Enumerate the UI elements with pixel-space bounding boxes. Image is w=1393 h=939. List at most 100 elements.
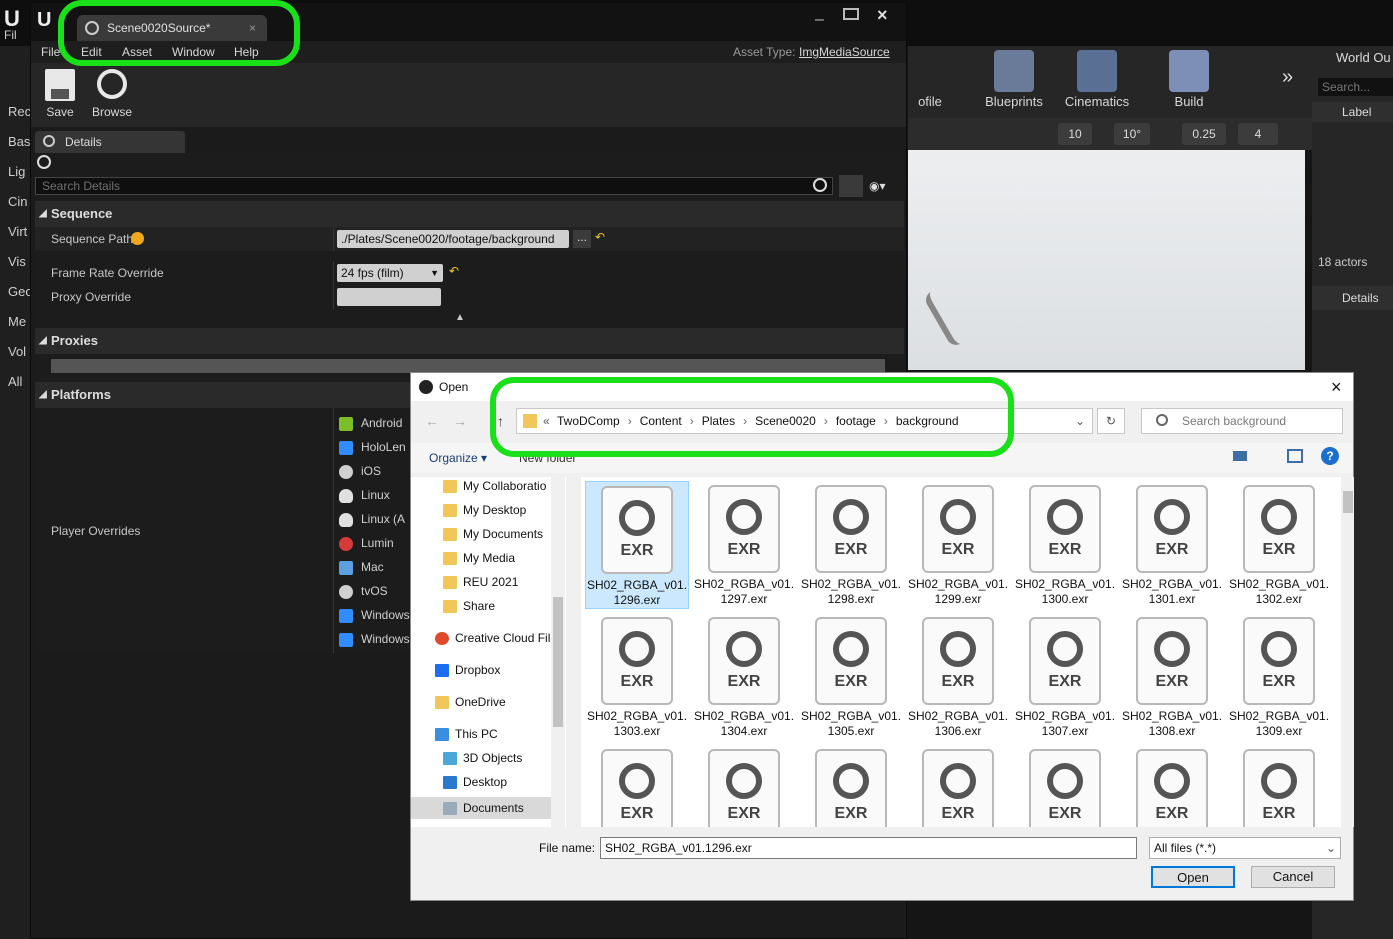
browse-button[interactable]: Browse — [87, 67, 137, 119]
mode-tab[interactable]: Bas — [8, 134, 30, 149]
details-tab[interactable]: Details — [35, 131, 185, 153]
chevron-down-icon[interactable]: ⌄ — [1075, 409, 1085, 433]
platform-lumin[interactable]: Lumin — [339, 536, 394, 551]
file-item[interactable]: EXR — [1120, 745, 1224, 827]
nav-documents[interactable]: Documents — [411, 797, 551, 819]
platform-mac[interactable]: Mac — [339, 560, 384, 575]
platform-ios[interactable]: iOS — [339, 464, 381, 479]
file-item[interactable]: EXR SH02_RGBA_v01. 1305.exr — [799, 613, 903, 741]
mode-tab[interactable]: All — [8, 374, 30, 389]
nav-my-collaboration[interactable]: My Collaboratio — [443, 479, 567, 494]
menu-file[interactable]: File — [41, 45, 60, 59]
nav-3d-objects[interactable]: 3D Objects — [443, 751, 567, 766]
nav-my-documents[interactable]: My Documents — [443, 527, 567, 542]
asset-type-link[interactable]: ImgMediaSource — [799, 45, 890, 59]
proxy-override-field[interactable] — [337, 288, 441, 306]
nav-creative-cloud[interactable]: Creative Cloud Fil — [435, 631, 559, 646]
preview-pane-icon[interactable] — [1287, 449, 1303, 463]
file-item[interactable]: EXR — [692, 745, 796, 827]
file-item[interactable]: EXR SH02_RGBA_v01. 1301.exr — [1120, 481, 1224, 609]
more-chevron-icon[interactable]: » — [1282, 66, 1293, 89]
platform-android[interactable]: Android — [339, 416, 402, 431]
file-item[interactable]: EXR SH02_RGBA_v01. 1309.exr — [1227, 613, 1331, 741]
forward-arrow-icon[interactable]: → — [453, 413, 467, 429]
sequence-path-field[interactable]: ./Plates/Scene0020/footage/background — [337, 230, 569, 248]
nav-desktop[interactable]: Desktop — [443, 775, 567, 790]
search-input[interactable]: Search background — [1141, 408, 1343, 434]
view-icon[interactable] — [1233, 451, 1247, 461]
file-item[interactable]: EXR — [585, 745, 689, 827]
mode-tab[interactable]: Virt — [8, 224, 30, 239]
mode-tab[interactable]: Vol — [8, 344, 30, 359]
mode-tab[interactable]: Lig — [8, 164, 30, 179]
search-details-input[interactable]: Search Details — [35, 177, 833, 195]
nav-dropbox[interactable]: Dropbox — [435, 663, 559, 678]
section-proxies[interactable]: ◢ Proxies — [35, 328, 904, 354]
proxies-array[interactable] — [51, 359, 885, 373]
outliner-label-column[interactable]: Label — [1312, 102, 1393, 122]
nav-reu-2021[interactable]: REU 2021 — [443, 575, 567, 590]
platform-windows-2[interactable]: Windows — [339, 632, 410, 647]
help-icon[interactable]: ? — [1321, 447, 1339, 465]
platform-hololens[interactable]: HoloLen — [339, 440, 406, 455]
build-button[interactable]: Build — [1149, 50, 1229, 109]
platform-linux-arm[interactable]: Linux (A — [339, 512, 405, 527]
open-button[interactable]: Open — [1151, 866, 1235, 888]
file-type-select[interactable]: All files (*.*) ⌄ — [1149, 837, 1341, 859]
file-item[interactable]: EXR — [906, 745, 1010, 827]
back-arrow-icon[interactable]: ← — [425, 413, 439, 429]
advanced-expand-icon[interactable]: ▲ — [455, 312, 465, 323]
file-menu-bg[interactable]: Fil — [4, 28, 17, 42]
path-browse-button[interactable]: ... — [573, 230, 591, 248]
eye-icon[interactable]: ◉▾ — [869, 179, 886, 193]
scale-snap-value[interactable]: 0.25 — [1182, 123, 1226, 145]
platform-linux[interactable]: Linux — [339, 488, 390, 503]
section-sequence[interactable]: ◢ Sequence — [35, 201, 904, 227]
outliner-search[interactable]: Search... — [1318, 78, 1393, 96]
details-tab-bg[interactable]: Details — [1312, 286, 1393, 310]
close-icon[interactable]: × — [877, 5, 888, 26]
mode-tab[interactable]: Rec — [8, 104, 30, 119]
file-item[interactable]: EXR SH02_RGBA_v01. 1298.exr — [799, 481, 903, 609]
organize-button[interactable]: Organize ▾ — [429, 451, 487, 465]
frame-rate-select[interactable]: 24 fps (film) ▼ — [337, 264, 443, 282]
nav-onedrive[interactable]: OneDrive — [435, 695, 559, 710]
reset-to-default-icon[interactable]: ↶ — [595, 230, 605, 244]
blueprints-button[interactable]: Blueprints — [974, 50, 1054, 109]
file-item[interactable]: EXR SH02_RGBA_v01. 1307.exr — [1013, 613, 1117, 741]
nav-my-desktop[interactable]: My Desktop — [443, 503, 567, 518]
file-item[interactable]: EXR — [1227, 745, 1331, 827]
camera-speed-value[interactable]: 4 — [1238, 123, 1278, 145]
file-item[interactable]: EXR SH02_RGBA_v01. 1304.exr — [692, 613, 796, 741]
refresh-icon[interactable]: ↻ — [1097, 408, 1125, 434]
mode-tab[interactable]: Cin — [8, 194, 30, 209]
rotation-snap-value[interactable]: 10° — [1114, 123, 1150, 145]
close-icon[interactable]: × — [1331, 373, 1342, 401]
file-item[interactable]: EXR SH02_RGBA_v01. 1297.exr — [692, 481, 796, 609]
file-item[interactable]: EXR SH02_RGBA_v01. 1303.exr — [585, 613, 689, 741]
platform-windows[interactable]: Windows — [339, 608, 410, 623]
view-options-icon[interactable] — [839, 175, 863, 197]
file-item[interactable]: EXR — [799, 745, 903, 827]
cinematics-button[interactable]: Cinematics — [1057, 50, 1137, 109]
mode-tab[interactable]: Me — [8, 314, 30, 329]
platform-tvos[interactable]: tvOS — [339, 584, 388, 599]
file-list-scrollbar[interactable] — [1341, 477, 1354, 827]
nav-my-media[interactable]: My Media — [443, 551, 567, 566]
maximize-icon[interactable] — [843, 8, 859, 20]
nav-share[interactable]: Share — [443, 599, 567, 614]
file-item[interactable]: EXR SH02_RGBA_v01. 1308.exr — [1120, 613, 1224, 741]
nav-this-pc[interactable]: This PC — [435, 727, 559, 742]
level-viewport[interactable] — [908, 150, 1305, 370]
minimize-icon[interactable]: – — [815, 11, 824, 29]
file-item[interactable]: EXR SH02_RGBA_v01. 1306.exr — [906, 613, 1010, 741]
reset-to-default-icon[interactable]: ↶ — [449, 264, 459, 278]
file-name-input[interactable]: SH02_RGBA_v01.1296.exr — [600, 837, 1137, 859]
grid-snap-value[interactable]: 10 — [1058, 123, 1092, 145]
save-button[interactable]: Save — [35, 67, 85, 119]
mode-tab[interactable]: Vis — [8, 254, 30, 269]
nav-scrollbar[interactable] — [551, 477, 565, 827]
file-item[interactable]: EXR SH02_RGBA_v01. 1299.exr — [906, 481, 1010, 609]
cancel-button[interactable]: Cancel — [1251, 866, 1335, 888]
file-item[interactable]: EXR SH02_RGBA_v01. 1296.exr — [585, 481, 689, 609]
